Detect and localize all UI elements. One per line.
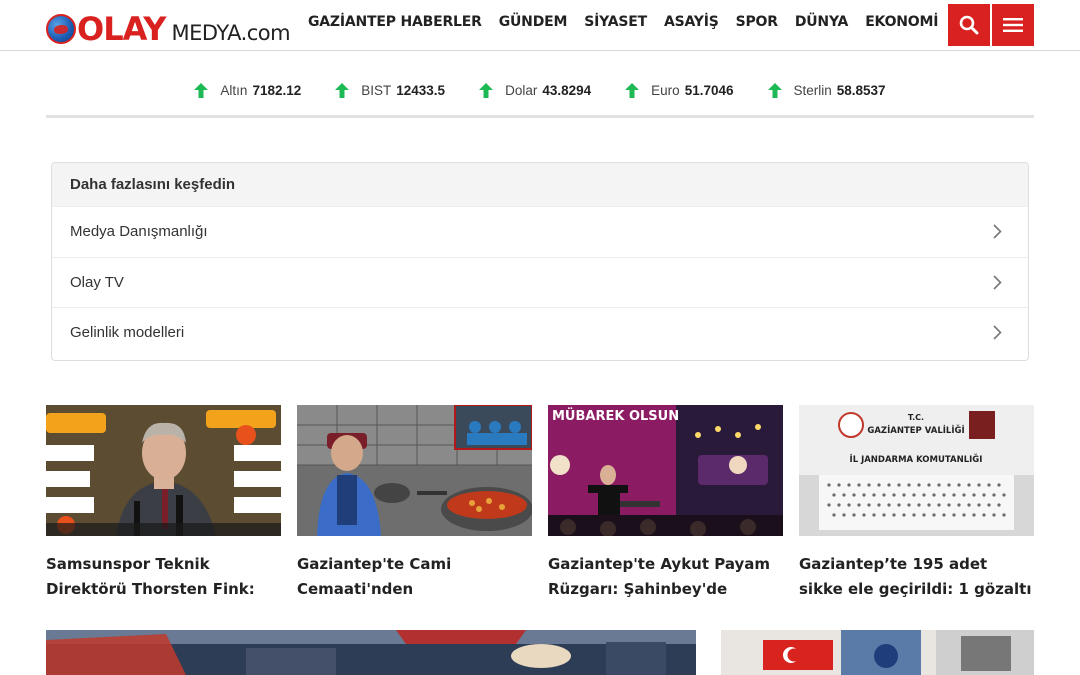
- news-card[interactable]: Samsunspor Teknik Direktörü Thorsten Fin…: [46, 405, 281, 602]
- discover-item-olay-tv[interactable]: Olay TV: [52, 256, 1028, 308]
- news-image-cami-cemaati[interactable]: [297, 405, 532, 536]
- arrow-up-icon: [194, 82, 209, 98]
- discover-item-label: Gelinlik modelleri: [70, 324, 185, 342]
- site-logo[interactable]: OLAY MEDYA.com: [46, 9, 291, 45]
- sign-text: İL JANDARMA KOMUTANLIĞI: [850, 453, 983, 465]
- news-title[interactable]: Samsunspor Teknik Direktörü Thorsten Fin…: [46, 552, 281, 602]
- chevron-right-icon: [993, 275, 1002, 290]
- news-card[interactable]: MÜBAREK OLSUN Gaziantep'te Aykut Payam R…: [548, 405, 783, 602]
- ticker-value: 58.8537: [836, 82, 886, 98]
- news-title[interactable]: Gaziantep'te Aykut Payam Rüzgarı: Şahinb…: [548, 552, 783, 602]
- sign-text: T.C.: [908, 413, 924, 422]
- discover-item-label: Olay TV: [70, 273, 124, 291]
- ticker-value: 51.7046: [684, 82, 734, 98]
- globe-icon: [46, 14, 76, 44]
- ticker-item-bist: BIST 12433.5: [335, 82, 446, 98]
- market-ticker: Altın 7182.12 BIST 12433.5 Dolar 43.8294…: [0, 78, 1080, 102]
- nav-siyaset[interactable]: SİYASET: [584, 14, 647, 30]
- nav-gaziantep-haberler[interactable]: GAZİANTEP HABERLER: [308, 14, 482, 30]
- side-news-image[interactable]: [721, 630, 1034, 675]
- arrow-up-icon: [335, 82, 350, 98]
- ticker-divider: [46, 115, 1034, 118]
- ticker-name: Dolar: [505, 82, 538, 98]
- ticker-name: Euro: [651, 82, 680, 98]
- nav-dunya[interactable]: DÜNYA: [795, 14, 849, 30]
- featured-news-image[interactable]: [46, 630, 696, 675]
- ticker-item-euro: Euro 51.7046: [625, 82, 734, 98]
- banner-text: MÜBAREK OLSUN: [552, 408, 679, 424]
- ticker-item-sterlin: Sterlin 58.8537: [767, 82, 886, 98]
- discover-item-gelinlik-modelleri[interactable]: Gelinlik modelleri: [52, 307, 1028, 358]
- main-nav: GAZİANTEP HABERLER GÜNDEM SİYASET ASAYİŞ…: [308, 14, 955, 30]
- search-icon: [959, 15, 979, 35]
- search-button[interactable]: [948, 4, 990, 46]
- ticker-name: BIST: [361, 82, 392, 98]
- news-title[interactable]: Gaziantep'te Cami Cemaati'nden Duyguland…: [297, 552, 532, 602]
- discover-heading: Daha fazlasını keşfedin: [52, 163, 1028, 206]
- discover-item-medya-danismanligi[interactable]: Medya Danışmanlığı: [52, 206, 1028, 257]
- news-image-aykut-payam[interactable]: MÜBAREK OLSUN: [548, 405, 783, 536]
- news-card[interactable]: Gaziantep'te Cami Cemaati'nden Duyguland…: [297, 405, 532, 602]
- discover-more-box: Daha fazlasını keşfedin Medya Danışmanlı…: [51, 162, 1029, 361]
- ticker-item-altin: Altın 7182.12: [194, 82, 302, 98]
- ticker-item-dolar: Dolar 43.8294: [479, 82, 592, 98]
- discover-item-label: Medya Danışmanlığı: [70, 223, 208, 241]
- news-image-sikke[interactable]: T.C. GAZİANTEP VALİLİĞİ İL JANDARMA KOMU…: [799, 405, 1034, 536]
- menu-button[interactable]: [992, 4, 1034, 46]
- arrow-up-icon: [767, 82, 782, 98]
- ticker-name: Altın: [220, 82, 248, 98]
- nav-ekonomi[interactable]: EKONOMİ: [865, 14, 938, 30]
- news-title[interactable]: Gaziantep’te 195 adet sikke ele geçirild…: [799, 552, 1034, 602]
- chevron-right-icon: [993, 325, 1002, 340]
- nav-asayis[interactable]: ASAYİŞ: [664, 14, 719, 30]
- hamburger-icon: [1003, 18, 1023, 32]
- ticker-name: Sterlin: [793, 82, 832, 98]
- news-card[interactable]: T.C. GAZİANTEP VALİLİĞİ İL JANDARMA KOMU…: [799, 405, 1034, 602]
- logo-olay: OLAY: [46, 13, 166, 45]
- nav-gundem[interactable]: GÜNDEM: [499, 14, 568, 30]
- site-header: OLAY MEDYA.com GAZİANTEP HABERLER GÜNDEM…: [0, 0, 1080, 51]
- sign-text: GAZİANTEP VALİLİĞİ: [867, 424, 964, 436]
- ticker-value: 43.8294: [542, 82, 592, 98]
- news-image-samsunspor[interactable]: [46, 405, 281, 536]
- chevron-right-icon: [993, 224, 1002, 239]
- ticker-value: 12433.5: [396, 82, 446, 98]
- arrow-up-icon: [479, 82, 494, 98]
- nav-spor[interactable]: SPOR: [736, 14, 778, 30]
- ticker-value: 7182.12: [252, 82, 302, 98]
- arrow-up-icon: [625, 82, 640, 98]
- logo-medya: MEDYA.com: [171, 21, 291, 45]
